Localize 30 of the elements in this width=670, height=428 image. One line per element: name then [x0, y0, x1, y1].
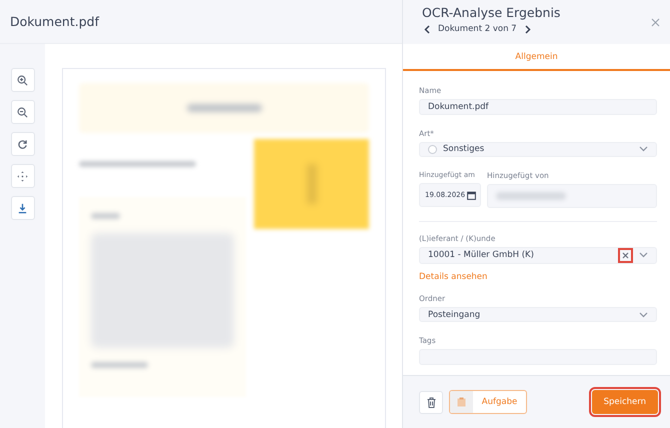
clipboard-icon: [457, 397, 466, 407]
clear-button[interactable]: [618, 248, 633, 263]
download-button[interactable]: [10, 196, 34, 220]
arrows-icon: [17, 170, 28, 182]
added-by-field[interactable]: [487, 184, 657, 208]
type-select[interactable]: Sonstiges: [419, 142, 657, 158]
zoom-in-icon: [17, 74, 28, 86]
rotate-icon: [17, 138, 28, 150]
name-field[interactable]: Dokument.pdf: [419, 99, 657, 115]
panel-title: OCR-Analyse Ergebnis: [422, 5, 560, 20]
chevron-icon: [639, 312, 648, 318]
document-counter: Dokument 2 von 7: [438, 24, 517, 34]
radio-icon: [428, 144, 437, 154]
chevron-icon: [639, 252, 648, 258]
document-title: Dokument.pdf: [10, 14, 99, 29]
zoom-out-button[interactable]: [10, 100, 34, 124]
rotate-button[interactable]: [10, 132, 34, 156]
chevron-icon: [639, 146, 648, 152]
blurred-value: [496, 192, 566, 200]
next-button[interactable]: [522, 24, 533, 34]
zoom-in-button[interactable]: [10, 68, 34, 92]
delete-button[interactable]: [419, 390, 443, 414]
download-icon: [17, 202, 28, 214]
previous-button[interactable]: [422, 24, 432, 34]
folder-select[interactable]: Posteingang: [419, 306, 657, 322]
calendar-icon: [467, 190, 476, 200]
close-icon: [622, 252, 629, 259]
partner-select[interactable]: 10001 - Müller GmbH (K): [419, 246, 657, 264]
zoom-out-icon: [17, 106, 28, 118]
trash-icon: [426, 396, 436, 408]
